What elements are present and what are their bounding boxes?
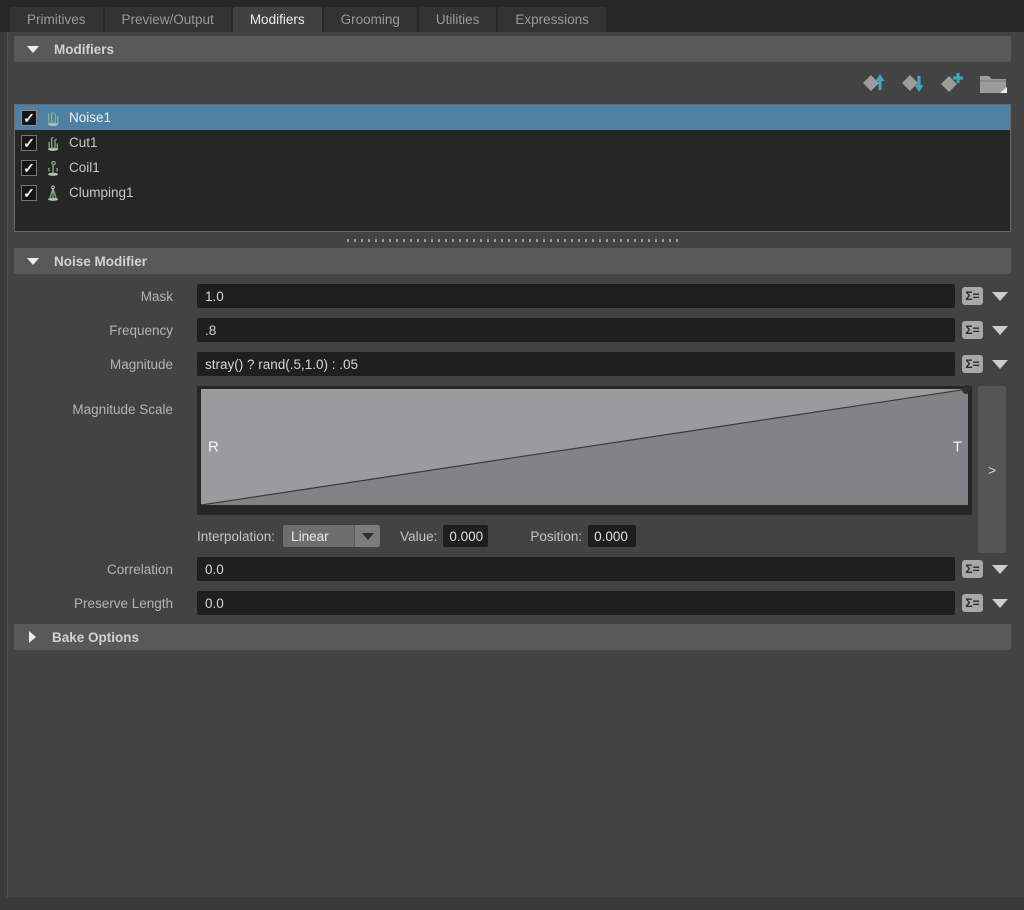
- panel-splitter[interactable]: [14, 232, 1011, 248]
- bake-options-section-header[interactable]: Bake Options: [14, 624, 1011, 650]
- splitter-grip-icon: [347, 239, 679, 242]
- modifier-list-item-noise1[interactable]: ✓ Noise1: [15, 105, 1010, 130]
- interpolation-dropdown-button[interactable]: [354, 525, 380, 547]
- correlation-input[interactable]: 0.0: [197, 557, 955, 581]
- preserve-length-menu-button[interactable]: [989, 594, 1011, 612]
- chevron-down-icon: [992, 565, 1008, 574]
- ramp-expand-button[interactable]: >: [978, 386, 1006, 553]
- tab-expressions[interactable]: Expressions: [498, 7, 606, 32]
- preserve-length-row: Preserve Length 0.0 Σ=: [14, 591, 1011, 615]
- tab-preview-output[interactable]: Preview/Output: [105, 7, 231, 32]
- magnitude-label: Magnitude: [14, 357, 173, 372]
- position-input[interactable]: 0.000: [588, 525, 636, 547]
- magnitude-menu-button[interactable]: [989, 355, 1011, 373]
- chevron-down-icon: [992, 599, 1008, 608]
- cut1-enabled-checkbox[interactable]: ✓: [21, 135, 37, 151]
- position-label: Position:: [530, 529, 582, 544]
- interpolation-value: Linear: [283, 525, 354, 547]
- modifier-toolbar: [14, 62, 1011, 104]
- collapse-arrow-icon: [27, 258, 39, 265]
- move-modifier-down-button[interactable]: [900, 70, 926, 96]
- expand-chevron: >: [988, 462, 996, 478]
- tab-primitives[interactable]: Primitives: [10, 7, 103, 32]
- chevron-down-icon: [992, 326, 1008, 335]
- noise-modifier-attributes: Mask 1.0 Σ= Frequency .8 Σ= Magnitude st…: [14, 284, 1011, 615]
- preserve-length-input[interactable]: 0.0: [197, 591, 955, 615]
- modifiers-panel: Modifiers: [0, 32, 1024, 897]
- coil1-enabled-checkbox[interactable]: ✓: [21, 160, 37, 176]
- load-modifier-folder-button[interactable]: [978, 70, 1008, 96]
- modifier-name: Noise1: [69, 110, 111, 125]
- frequency-label: Frequency: [14, 323, 173, 338]
- tab-grooming[interactable]: Grooming: [324, 7, 417, 32]
- chevron-down-icon: [992, 292, 1008, 301]
- noise-modifier-section-header[interactable]: Noise Modifier: [14, 248, 1011, 274]
- add-modifier-button[interactable]: [939, 70, 965, 96]
- frequency-row: Frequency .8 Σ=: [14, 318, 1011, 342]
- modifier-name: Cut1: [69, 135, 98, 150]
- modifier-list-item-cut1[interactable]: ✓ Cut1: [15, 130, 1010, 155]
- modifier-name: Coil1: [69, 160, 100, 175]
- chevron-down-icon: [992, 360, 1008, 369]
- noise1-enabled-checkbox[interactable]: ✓: [21, 110, 37, 126]
- ramp-curve: [201, 389, 968, 505]
- interpolation-label: Interpolation:: [197, 529, 275, 544]
- noise-section-title: Noise Modifier: [54, 254, 147, 269]
- preserve-length-expression-button[interactable]: Σ=: [962, 594, 983, 612]
- frequency-menu-button[interactable]: [989, 321, 1011, 339]
- mask-menu-button[interactable]: [989, 287, 1011, 305]
- ramp-frame: R T: [197, 386, 972, 515]
- magnitude-scale-row: Magnitude Scale R T: [14, 386, 1011, 553]
- magnitude-expression-button[interactable]: Σ=: [962, 355, 983, 373]
- move-down-icon: [900, 70, 926, 96]
- magnitude-scale-label: Magnitude Scale: [14, 402, 173, 417]
- modifiers-section-title: Modifiers: [54, 42, 114, 57]
- collapsed-arrow-icon: [29, 631, 36, 643]
- mask-row: Mask 1.0 Σ=: [14, 284, 1011, 308]
- ramp-editor[interactable]: R T: [201, 389, 968, 505]
- value-label: Value:: [400, 529, 437, 544]
- magnitude-scale-widget: R T: [197, 386, 1006, 553]
- magnitude-row: Magnitude stray() ? rand(.5,1.0) : .05 Σ…: [14, 352, 1011, 376]
- move-modifier-up-button[interactable]: [861, 70, 887, 96]
- panel-tab-bar: Primitives Preview/Output Modifiers Groo…: [0, 0, 1024, 32]
- move-up-icon: [861, 70, 887, 96]
- noise-modifier-icon: [44, 109, 62, 127]
- bottom-border: [0, 897, 1024, 910]
- collapse-arrow-icon: [27, 46, 39, 53]
- correlation-menu-button[interactable]: [989, 560, 1011, 578]
- tab-modifiers[interactable]: Modifiers: [233, 7, 322, 32]
- ramp-controls: Interpolation: Linear Value: 0.000 Posit…: [197, 524, 972, 548]
- interpolation-dropdown[interactable]: Linear: [283, 525, 380, 547]
- ramp-left-label: R: [208, 439, 219, 456]
- coil-modifier-icon: [44, 159, 62, 177]
- frequency-input[interactable]: .8: [197, 318, 955, 342]
- correlation-row: Correlation 0.0 Σ=: [14, 557, 1011, 581]
- modifier-list-item-clumping1[interactable]: ✓ Clumping1: [15, 180, 1010, 205]
- mask-expression-button[interactable]: Σ=: [962, 287, 983, 305]
- mask-label: Mask: [14, 289, 173, 304]
- clumping1-enabled-checkbox[interactable]: ✓: [21, 185, 37, 201]
- correlation-expression-button[interactable]: Σ=: [962, 560, 983, 578]
- folder-icon: [978, 70, 1008, 96]
- preserve-length-label: Preserve Length: [14, 596, 173, 611]
- value-input[interactable]: 0.000: [443, 525, 488, 547]
- mask-input[interactable]: 1.0: [197, 284, 955, 308]
- modifier-list-item-coil1[interactable]: ✓ Coil1: [15, 155, 1010, 180]
- modifier-name: Clumping1: [69, 185, 134, 200]
- ramp-key-end[interactable]: [962, 385, 971, 394]
- ramp-right-label: T: [953, 439, 962, 456]
- modifiers-section-header[interactable]: Modifiers: [14, 36, 1011, 62]
- chevron-down-icon: [362, 533, 374, 540]
- correlation-label: Correlation: [14, 562, 173, 577]
- cut-modifier-icon: [44, 134, 62, 152]
- magnitude-input[interactable]: stray() ? rand(.5,1.0) : .05: [197, 352, 955, 376]
- clumping-modifier-icon: [44, 184, 62, 202]
- bake-section-title: Bake Options: [52, 630, 139, 645]
- add-modifier-icon: [939, 70, 965, 96]
- tab-utilities[interactable]: Utilities: [419, 7, 497, 32]
- frequency-expression-button[interactable]: Σ=: [962, 321, 983, 339]
- modifier-list: ✓ Noise1 ✓ Cut1 ✓ Coil1: [14, 104, 1011, 232]
